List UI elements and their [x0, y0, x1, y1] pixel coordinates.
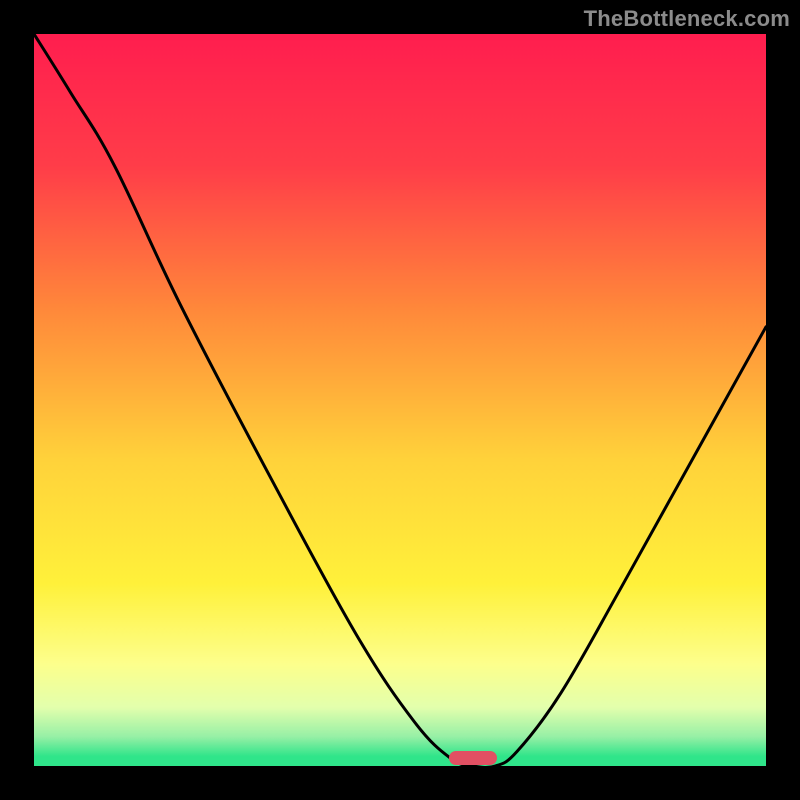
bottleneck-curve: [34, 34, 766, 766]
curve-path: [34, 34, 766, 766]
chart-frame: TheBottleneck.com: [0, 0, 800, 800]
optimum-marker: [449, 751, 497, 765]
plot-area: [34, 34, 766, 766]
watermark-text: TheBottleneck.com: [584, 6, 790, 32]
